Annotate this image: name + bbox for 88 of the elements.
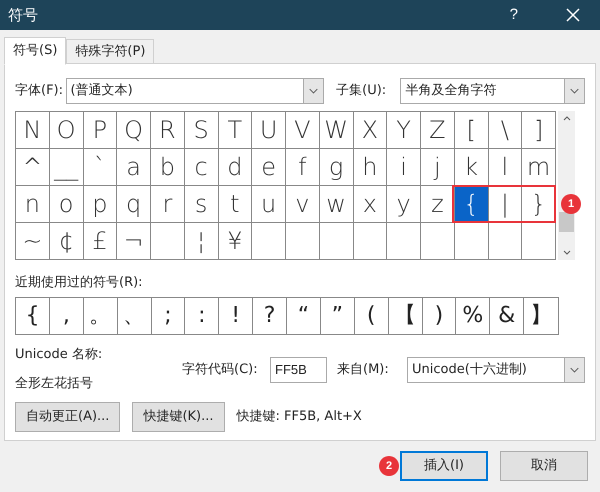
- symbol-cell[interactable]: a: [117, 149, 151, 186]
- symbol-cell[interactable]: \: [488, 112, 522, 149]
- shortcut-text: 快捷键: FF5B, Alt+X: [236, 408, 362, 426]
- symbol-cell[interactable]: q: [117, 186, 151, 223]
- symbol-cell[interactable]: p: [84, 186, 118, 223]
- symbol-cell[interactable]: t: [218, 186, 252, 223]
- dialog-button[interactable]: 快捷键(K)...: [132, 402, 225, 432]
- help-button[interactable]: ?: [510, 4, 518, 26]
- symbol-cell[interactable]: z: [421, 186, 455, 223]
- symbol-cell[interactable]: f: [286, 149, 320, 186]
- symbol-cell[interactable]: Q: [117, 112, 151, 149]
- symbol-cell[interactable]: W: [320, 112, 354, 149]
- unicode-name-label: Unicode 名称:: [15, 346, 104, 364]
- symbol-cell[interactable]: X: [354, 112, 388, 149]
- symbol-cell[interactable]: `: [84, 149, 118, 186]
- symbol-cell[interactable]: __: [50, 149, 84, 186]
- symbol-cell[interactable]: y: [387, 186, 421, 223]
- unicode-name: 全形左花括号: [15, 375, 94, 393]
- recent-symbols-label: 近期使用过的符号(R):: [15, 274, 144, 292]
- symbol-cell[interactable]: [: [454, 112, 488, 149]
- symbol-cell[interactable]: v: [286, 186, 320, 223]
- symbol-cell[interactable]: £: [84, 223, 118, 260]
- char-code-field[interactable]: FF5B: [270, 356, 327, 382]
- chevron-down-icon: [564, 358, 584, 382]
- symbol-cell[interactable]: s: [184, 186, 218, 223]
- tab[interactable]: 符号(S): [4, 37, 66, 65]
- font-label: 字体(F):: [15, 82, 64, 100]
- symbol-cell[interactable]: c: [184, 149, 218, 186]
- symbol-cell[interactable]: S: [184, 112, 218, 149]
- chevron-down-icon: [303, 79, 324, 103]
- symbol-cell[interactable]: ^: [16, 149, 50, 186]
- symbol-cell[interactable]: [286, 223, 320, 260]
- symbol-cell[interactable]: e: [252, 149, 286, 186]
- callout-badge: 2: [379, 456, 399, 476]
- dialog-button[interactable]: 自动更正(A)...: [15, 402, 120, 432]
- symbol-cell[interactable]: [488, 223, 522, 260]
- subset-label: 子集(U):: [336, 82, 388, 100]
- char-code-label: 字符代码(C):: [182, 360, 259, 379]
- symbol-cell[interactable]: o: [50, 186, 84, 223]
- symbol-cell[interactable]: ¢: [50, 223, 84, 260]
- symbol-cell[interactable]: ]: [522, 112, 556, 149]
- scrollbar[interactable]: [558, 111, 575, 260]
- symbol-cell[interactable]: P: [84, 112, 118, 149]
- symbol-cell[interactable]: g: [320, 149, 354, 186]
- symbol-cell[interactable]: ~: [16, 223, 50, 260]
- symbol-cell[interactable]: ¬: [117, 223, 151, 260]
- symbol-cell[interactable]: O: [50, 112, 84, 149]
- symbol-cell[interactable]: [421, 223, 455, 260]
- symbol-cell[interactable]: [454, 223, 488, 260]
- symbol-cell[interactable]: h: [354, 149, 388, 186]
- symbol-cell[interactable]: [387, 223, 421, 260]
- symbol-cell[interactable]: N: [16, 112, 50, 149]
- symbol-cell[interactable]: b: [151, 149, 185, 186]
- symbol-cell[interactable]: j: [421, 149, 455, 186]
- symbol-cell[interactable]: U: [252, 112, 286, 149]
- symbol-cell[interactable]: [320, 223, 354, 260]
- symbol-cell[interactable]: T: [218, 112, 252, 149]
- symbol-cell[interactable]: ¥: [218, 223, 252, 260]
- close-icon[interactable]: [566, 8, 580, 22]
- from-label: 来自(M):: [337, 360, 390, 379]
- callout-badge: 1: [561, 194, 581, 214]
- symbol-cell[interactable]: w: [320, 186, 354, 223]
- symbol-cell[interactable]: [354, 223, 388, 260]
- insert-button[interactable]: 插入(I): [400, 451, 488, 481]
- cancel-button[interactable]: 取消: [500, 451, 588, 481]
- symbol-cell[interactable]: Y: [387, 112, 421, 149]
- window-title: 符号: [8, 4, 38, 26]
- symbol-cell[interactable]: x: [354, 186, 388, 223]
- tab[interactable]: 特殊字符(P): [66, 39, 154, 64]
- chevron-down-icon: [564, 79, 584, 103]
- symbol-cell[interactable]: Z: [421, 112, 455, 149]
- symbol-cell[interactable]: ¦: [184, 223, 218, 260]
- symbol-cell[interactable]: [151, 223, 185, 260]
- symbol-cell[interactable]: l: [488, 149, 522, 186]
- font-dropdown[interactable]: (普通文本): [66, 78, 324, 104]
- symbol-cell[interactable]: [252, 223, 286, 260]
- symbol-cell[interactable]: V: [286, 112, 320, 149]
- symbol-cell[interactable]: u: [252, 186, 286, 223]
- symbol-cell[interactable]: R: [151, 112, 185, 149]
- recent-symbol[interactable]: 】: [524, 298, 558, 334]
- symbol-cell[interactable]: i: [387, 149, 421, 186]
- subset-dropdown[interactable]: 半角及全角字符: [400, 78, 585, 104]
- scroll-thumb[interactable]: [559, 212, 574, 232]
- symbol-cell[interactable]: [522, 223, 556, 260]
- from-dropdown[interactable]: Unicode(十六进制): [407, 356, 585, 382]
- symbol-cell[interactable]: n: [16, 186, 50, 223]
- symbol-cell[interactable]: r: [151, 186, 185, 223]
- symbol-cell[interactable]: d: [218, 149, 252, 186]
